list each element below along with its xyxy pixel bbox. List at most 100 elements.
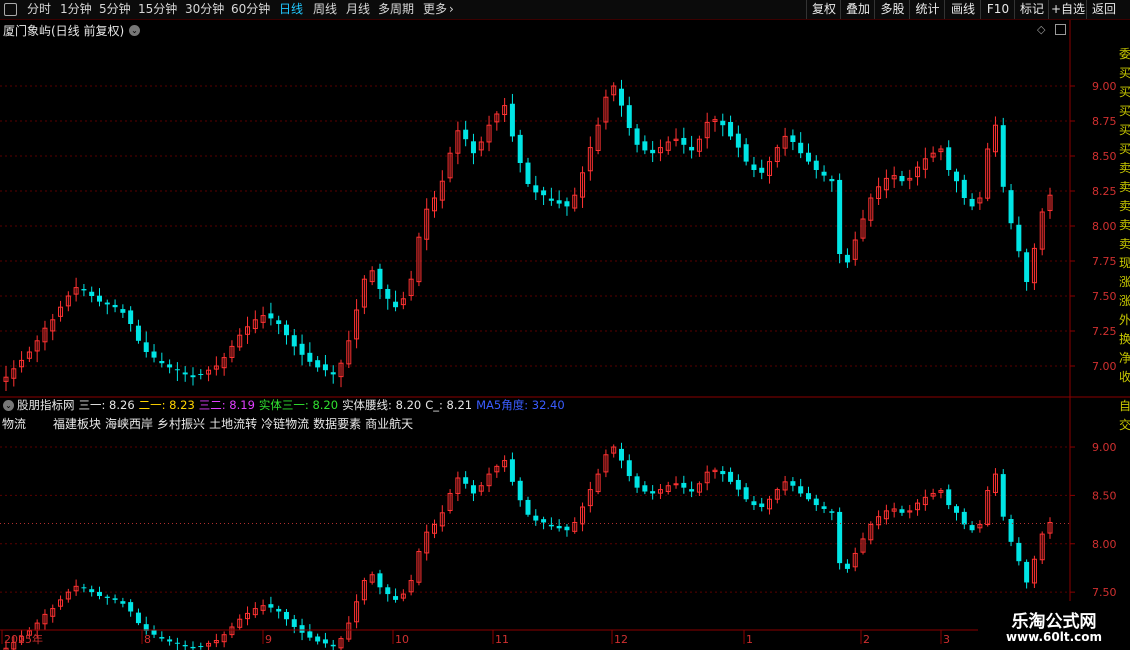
candle-body-down	[1016, 224, 1022, 252]
indicator-item-7: MA5角度: 32.40	[476, 398, 565, 412]
candle-body-down	[751, 501, 757, 506]
panel-toggle-icon[interactable]	[1055, 24, 1066, 35]
side-label: 涨	[1119, 274, 1130, 289]
y-tick-label: 7.50	[1092, 290, 1117, 303]
toolbar-button-2[interactable]: 多股	[874, 0, 910, 19]
watermark-title: 乐淘公式网	[1011, 612, 1097, 632]
candle-body-down	[798, 142, 804, 154]
candle-body-down	[626, 105, 632, 128]
concept-tag-4[interactable]: 土地流转	[209, 417, 257, 431]
candle-body-down	[509, 103, 515, 137]
toolbar-button-7[interactable]: +自选	[1048, 0, 1087, 19]
candle-body-down	[961, 511, 967, 525]
candle-body-down	[135, 612, 141, 624]
candle-body-down	[276, 608, 282, 612]
main-kline-chart[interactable]: 9.008.758.508.258.007.757.507.257.00委买买买…	[0, 20, 1130, 398]
side-label: 买	[1119, 104, 1130, 118]
candle-body-down	[393, 596, 399, 600]
concept-tag-1[interactable]: 福建板块	[53, 417, 101, 431]
candle-body-down	[159, 360, 165, 364]
candle-body-down	[330, 372, 336, 375]
period-tab-8[interactable]: 月线	[346, 0, 370, 19]
candle-body-down	[463, 477, 469, 484]
toolbar-button-4[interactable]: 画线	[944, 0, 981, 19]
candle-body-down	[182, 644, 188, 647]
candle-body-down	[174, 642, 180, 644]
date-label: 2	[863, 633, 870, 646]
candle-body-down	[1008, 190, 1014, 224]
candle-body-down	[720, 120, 726, 126]
candle-body-down	[642, 141, 648, 151]
period-tab-3[interactable]: 15分钟	[138, 0, 177, 19]
period-tab-10[interactable]: 更多	[423, 0, 447, 19]
indicator-chart[interactable]: 9.008.508.007.50自交2025年 8 9 10 11 12 1 2 3	[0, 398, 1130, 650]
side-label: 卖	[1119, 180, 1130, 194]
period-tab-9[interactable]: 多周期	[378, 0, 414, 19]
side-label: 买	[1119, 66, 1130, 80]
concept-tag-7[interactable]: 商业航天	[365, 417, 413, 431]
concept-tag-5[interactable]: 冷链物流	[261, 417, 309, 431]
period-tab-4[interactable]: 30分钟	[185, 0, 224, 19]
concept-tag-6[interactable]: 数据要素	[313, 417, 361, 431]
candle-body-down	[805, 152, 811, 162]
indicator-item-0: 股朋指标网	[17, 398, 75, 412]
candle-body-down	[541, 190, 547, 196]
candle-body-down	[322, 639, 328, 644]
candle-body-down	[167, 364, 173, 368]
more-arrow-icon[interactable]: ›	[449, 0, 454, 19]
title-dropdown-icon[interactable]: ⌄	[129, 25, 140, 36]
candle-body-down	[650, 149, 656, 154]
candle-body-down	[470, 141, 476, 154]
toolbar-button-0[interactable]: 复权	[806, 0, 841, 19]
candle-body-down	[1000, 125, 1006, 187]
candle-body-down	[954, 171, 960, 182]
period-tab-6[interactable]: 日线	[279, 0, 303, 19]
concept-tag-3[interactable]: 乡村振兴	[157, 417, 205, 431]
period-tab-7[interactable]: 周线	[313, 0, 337, 19]
period-tab-2[interactable]: 5分钟	[99, 0, 131, 19]
candle-body-down	[276, 320, 282, 324]
candle-body-down	[517, 480, 523, 501]
candle-body-down	[283, 611, 289, 620]
candle-body-down	[283, 324, 289, 336]
menu-square-icon[interactable]	[4, 3, 17, 16]
toolbar-button-6[interactable]: 标记	[1014, 0, 1049, 19]
diamond-icon[interactable]: ◇	[1037, 23, 1045, 36]
candle-body-down	[548, 198, 554, 201]
concept-tag-0[interactable]: 物流	[2, 417, 26, 431]
candle-body-down	[735, 479, 741, 490]
candle-body-down	[813, 498, 819, 506]
candle-body-down	[1016, 542, 1022, 562]
watermark-url: www.60lt.com	[1005, 630, 1103, 644]
candle-body-down	[151, 351, 157, 358]
candle-body-down	[525, 162, 531, 184]
candle-body-down	[1024, 561, 1030, 583]
indicator-dropdown-icon[interactable]: ⌄	[3, 400, 14, 411]
period-tab-0[interactable]: 分时	[27, 0, 51, 19]
candle-body-down	[844, 254, 850, 263]
y-tick-label: 7.75	[1092, 255, 1117, 268]
candle-body-down	[790, 135, 796, 142]
y-tick-label: 7.00	[1092, 360, 1117, 373]
stock-title-text: 厦门象屿(日线 前复权)	[3, 24, 125, 38]
date-label: 8	[144, 633, 151, 646]
y-tick-label: 9.00	[1092, 441, 1117, 454]
candle-body-down	[299, 625, 305, 633]
candle-body-down	[112, 598, 118, 600]
candle-body-down	[268, 604, 274, 608]
concept-tag-2[interactable]: 海峡西岸	[105, 417, 153, 431]
toolbar-button-3[interactable]: 统计	[909, 0, 945, 19]
indicator-item-3: 三二: 8.19	[198, 398, 255, 412]
toolbar-button-5[interactable]: F10	[980, 0, 1015, 19]
candle-body-down	[689, 146, 695, 151]
toolbar-button-8[interactable]: 返回	[1086, 0, 1121, 19]
candle-body-down	[969, 525, 975, 531]
candle-body-down	[821, 506, 827, 509]
period-tab-5[interactable]: 60分钟	[231, 0, 270, 19]
candle-body-down	[564, 201, 570, 207]
candle-body-down	[618, 88, 624, 106]
toolbar-button-1[interactable]: 叠加	[840, 0, 875, 19]
period-tab-1[interactable]: 1分钟	[60, 0, 92, 19]
candle-body-down	[322, 364, 328, 371]
candle-body-down	[899, 509, 905, 513]
